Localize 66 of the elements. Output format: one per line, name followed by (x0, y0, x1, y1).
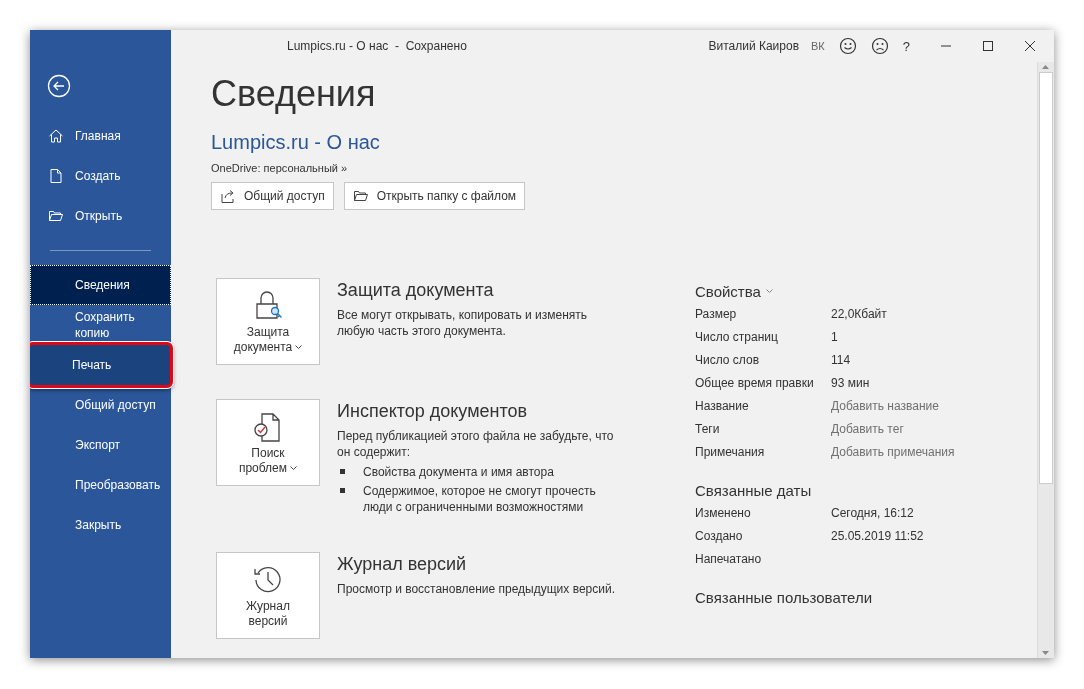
property-label: Размер (695, 307, 738, 323)
date-value: Сегодня, 16:12 (831, 506, 914, 522)
nav-item[interactable]: Сохранить копию (30, 305, 171, 345)
property-value: 22,0Кбайт (831, 307, 887, 323)
folder-icon (48, 208, 64, 224)
property-label: Название (695, 399, 750, 415)
tile-button[interactable]: Журнал версий (216, 552, 320, 639)
date-label: Изменено (695, 506, 752, 522)
property-label: Теги (695, 422, 721, 438)
section-heading: Журнал версий (337, 554, 468, 575)
nav-item[interactable]: Сведения (30, 265, 171, 305)
date-label: Создано (695, 529, 744, 545)
folder-icon (352, 188, 369, 204)
property-input[interactable]: Добавить тег (831, 422, 904, 445)
property-value: 1 (831, 330, 838, 346)
property-label: Число слов (695, 353, 761, 369)
property-label: Число страниц (695, 330, 779, 346)
document-name: Lumpics.ru - О нас (211, 131, 381, 154)
bullet-icon (340, 469, 345, 474)
section-heading: Защита документа (337, 280, 495, 301)
nav-item[interactable]: Закрыть (30, 505, 171, 545)
action-button[interactable]: Открыть папку с файлом (343, 182, 526, 210)
back-button[interactable] (47, 74, 71, 98)
nav-item[interactable]: Открыть (30, 196, 171, 236)
tile-button[interactable]: Защита документа (216, 278, 320, 365)
window-title: Lumpics.ru - О нас - Сохранено (287, 39, 467, 53)
nav-item[interactable]: Главная (30, 116, 171, 156)
home-icon (48, 128, 64, 144)
scrollbar[interactable] (1037, 62, 1054, 658)
file-location: OneDrive: персональный » (211, 162, 349, 174)
property-input[interactable]: Добавить примечания (831, 445, 955, 468)
section-description: Просмотр и восстановление предыдущих версий. (337, 581, 616, 597)
section-heading: Инспектор документов (337, 401, 529, 422)
page-icon (48, 168, 64, 184)
section-description: Все могут открывать, копировать и изменять любую часть этого документа. (337, 307, 589, 339)
dates-heading: Связанные даты (695, 482, 813, 499)
bullet-icon (340, 488, 345, 493)
tile-button[interactable]: Поиск проблем (216, 399, 320, 486)
help-button[interactable]: ? (902, 38, 910, 54)
section-description: Перед публикацией этого файла не забудьте, что он содержит: (337, 428, 615, 460)
smiley-icon[interactable] (838, 37, 857, 55)
property-label: Общее время правки (695, 376, 815, 392)
nav-item[interactable]: Общий доступ (30, 385, 171, 425)
bullet-text: Содержимое, которое не смогут прочесть люди с ограниченными возможностями (363, 483, 597, 515)
nav-item[interactable]: Преобразовать (30, 465, 171, 505)
properties-heading[interactable]: Свойства (695, 283, 955, 300)
property-input[interactable]: Добавить название (831, 399, 939, 422)
property-value: 114 (831, 353, 851, 369)
bullet-text: Свойства документа и имя автора (363, 464, 555, 480)
user-initials[interactable]: ВК (811, 40, 825, 52)
frown-icon[interactable] (870, 37, 889, 55)
caret-icon (765, 289, 773, 294)
nav-item[interactable]: Экспорт (30, 425, 171, 465)
close-icon[interactable] (1024, 40, 1036, 52)
page-title: Сведения (211, 74, 377, 114)
people-heading: Связанные пользователи (695, 589, 874, 606)
action-button[interactable]: Общий доступ (211, 182, 334, 210)
maximize-icon[interactable] (982, 40, 994, 52)
property-label: Примечания (695, 445, 766, 461)
nav-item[interactable]: Создать (30, 156, 171, 196)
nav-item[interactable]: Печать (30, 342, 173, 388)
date-label: Напечатано (695, 552, 763, 568)
property-value: 93 мин (831, 376, 870, 392)
date-value: 25.05.2019 11:52 (831, 529, 924, 545)
share-icon (220, 188, 236, 204)
user-name[interactable]: Виталий Каиров (708, 39, 799, 53)
